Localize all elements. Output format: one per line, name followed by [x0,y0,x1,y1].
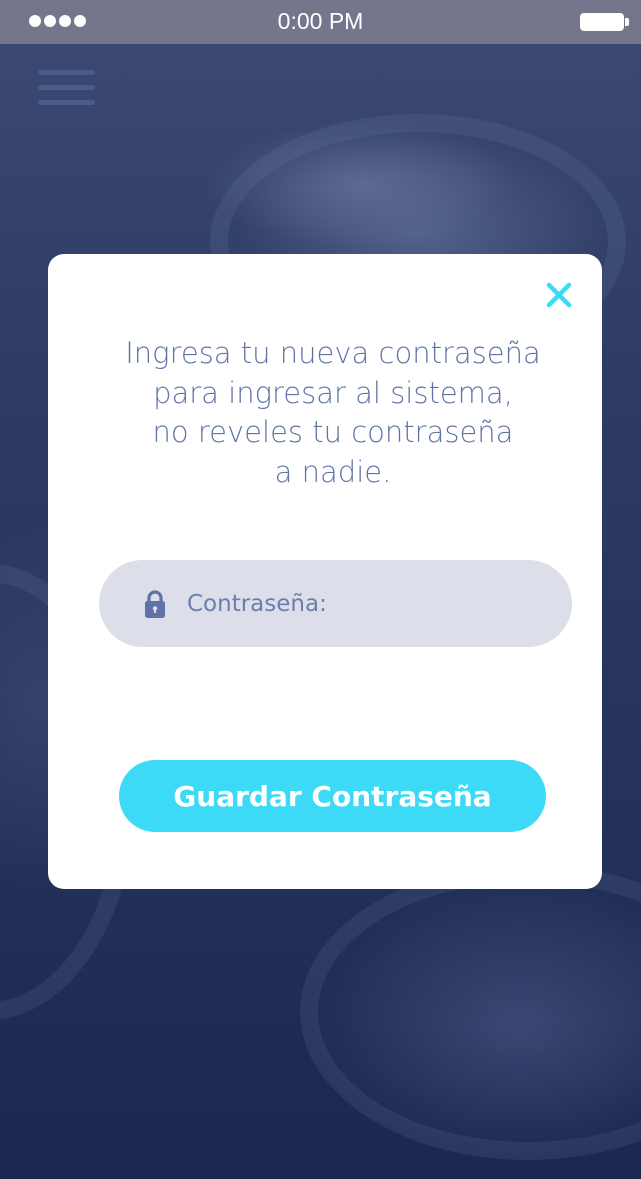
dialog-message: Ingresa tu nueva contraseña para ingresa… [78,334,588,492]
background-ring [300,864,641,1160]
close-icon[interactable] [544,280,574,310]
app-screen: 0:00 PM Ingresa tu nueva contraseña para… [0,0,641,1179]
change-password-dialog: Ingresa tu nueva contraseña para ingresa… [48,254,602,889]
lock-icon [145,590,165,618]
dialog-message-line: Ingresa tu nueva contraseña [125,336,541,370]
status-bar: 0:00 PM [0,0,641,44]
dialog-message-line: no reveles tu contraseña [152,415,514,449]
password-input[interactable] [187,560,547,647]
hamburger-menu-icon[interactable] [38,70,95,106]
status-time: 0:00 PM [277,8,364,34]
dialog-message-line: para ingresar al sistema, [153,375,513,410]
battery-icon [580,13,629,31]
save-password-button[interactable]: Guardar Contraseña [119,760,546,832]
password-field[interactable] [99,560,572,647]
dialog-message-line: a nadie. [274,454,392,489]
